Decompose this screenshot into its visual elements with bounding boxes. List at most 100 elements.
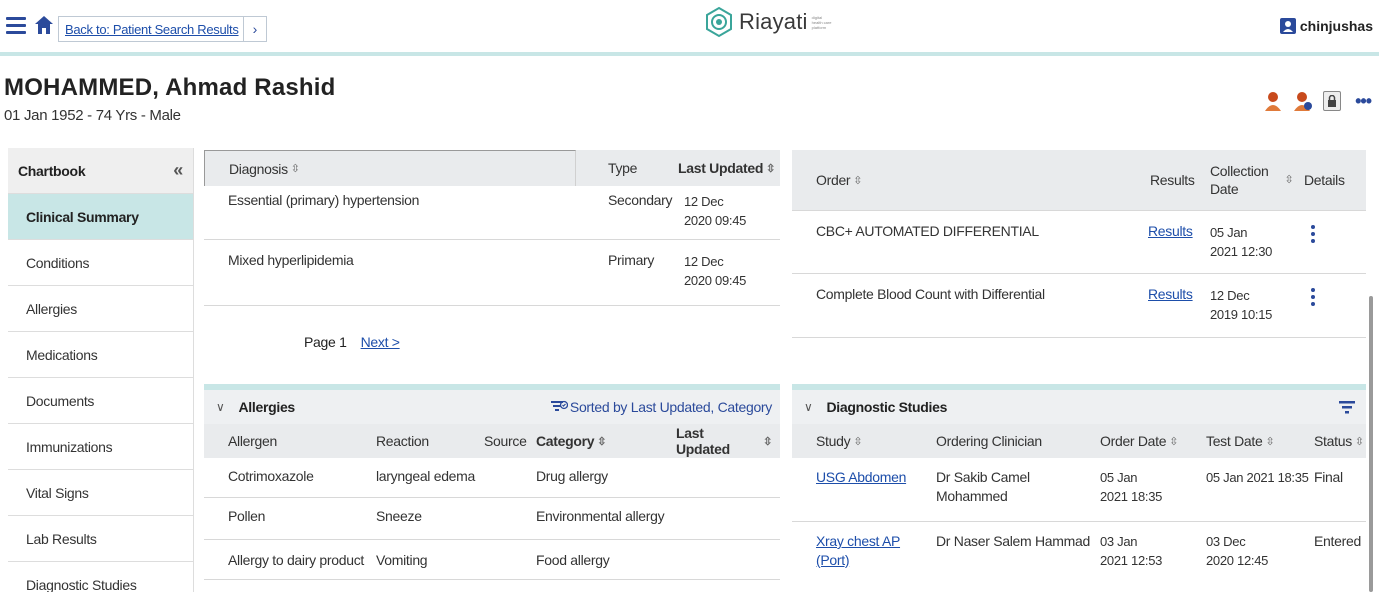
- order-date-column-header[interactable]: Order Date ⇳: [1100, 433, 1206, 449]
- collection-date-cell: 12 Dec 2019 10:15: [1210, 288, 1273, 322]
- clinician-column-header: Ordering Clinician: [936, 433, 1042, 449]
- allergies-section-header: ∨ Allergies Sorted by Last Updated, Cate…: [204, 384, 780, 424]
- sidebar-title: Chartbook: [18, 162, 86, 179]
- studies-header-row: Study ⇳ Ordering Clinician Order Date ⇳ Te…: [792, 424, 1366, 458]
- order-date-cell: 05 Jan 2021 18:35: [1100, 470, 1163, 504]
- sidebar-item-conditions[interactable]: Conditions: [8, 240, 193, 286]
- next-page-link[interactable]: Next >: [361, 334, 400, 350]
- results-column-header: Results: [1150, 172, 1195, 188]
- last-updated-column-header[interactable]: Last Updated ⇳: [646, 160, 780, 176]
- status-cell: Final: [1314, 469, 1343, 485]
- details-column-header: Details: [1304, 172, 1345, 188]
- category-column-header[interactable]: Category ⇳: [536, 433, 676, 449]
- riayati-logo-icon: [706, 6, 732, 38]
- brand: Riayati digital health care platform: [703, 4, 832, 40]
- sort-icon: ⇳: [290, 163, 300, 175]
- sidebar-item-documents[interactable]: Documents: [8, 378, 193, 424]
- sidebar-item-lab-results[interactable]: Lab Results: [8, 516, 193, 562]
- diagnosis-column-header[interactable]: Diagnosis ⇳: [204, 150, 576, 186]
- patient-search-icon[interactable]: [1293, 90, 1313, 112]
- source-cell: [484, 552, 536, 579]
- sort-icon: ⇳: [1354, 435, 1364, 448]
- chevron-right-icon[interactable]: ›: [243, 16, 267, 42]
- last-updated-column-header[interactable]: Last Updated ⇳: [676, 425, 780, 457]
- type-cell: Secondary: [608, 192, 673, 208]
- sidebar-item-diagnostic-studies[interactable]: Diagnostic Studies: [8, 562, 193, 592]
- username: chinjushas: [1299, 18, 1373, 34]
- diagnostic-studies-title: Diagnostic Studies: [826, 399, 948, 415]
- results-link[interactable]: Results: [1148, 223, 1210, 273]
- test-date-cell: 03 Dec 2020 12:45: [1206, 534, 1269, 568]
- sidebar-item-clinical-summary[interactable]: Clinical Summary: [8, 194, 193, 240]
- sort-icon: ⇳: [1265, 435, 1275, 448]
- table-row: Allergy to dairy product Vomiting Food a…: [204, 540, 780, 580]
- clinician-cell: Dr Sakib Camel Mohammed: [936, 469, 1030, 504]
- status-cell: Entered: [1314, 533, 1361, 549]
- study-cell: USG Abdomen: [792, 468, 936, 521]
- lock-icon[interactable]: [1323, 91, 1342, 111]
- collapse-caret-icon[interactable]: ∨: [804, 400, 813, 414]
- page-scrollbar[interactable]: [1369, 296, 1373, 592]
- sort-icon: ⇳: [597, 435, 607, 448]
- allergen-cell: Cotrimoxazole: [228, 468, 314, 484]
- table-row: Mixed hyperlipidemia Primary 12 Dec 2020…: [204, 240, 780, 306]
- user-menu[interactable]: chinjushas: [1279, 18, 1373, 34]
- allergen-column-header: Allergen: [228, 433, 277, 449]
- diagnostic-studies-section-header: ∨ Diagnostic Studies: [792, 384, 1366, 424]
- row-actions-icon[interactable]: [1310, 286, 1316, 337]
- type-cell: Primary: [608, 252, 655, 268]
- reaction-cell: Vomiting: [376, 552, 428, 568]
- reaction-column-header: Reaction: [376, 433, 429, 449]
- allergies-panel: ∨ Allergies Sorted by Last Updated, Cate…: [204, 384, 780, 592]
- page-indicator: Page 1: [304, 334, 347, 350]
- collapse-sidebar-icon[interactable]: «: [173, 160, 183, 181]
- more-options-icon[interactable]: •••: [1355, 91, 1372, 112]
- status-column-header[interactable]: Status ⇳: [1314, 433, 1366, 449]
- order-column-header[interactable]: Order ⇳: [792, 172, 1144, 188]
- sidebar-item-allergies[interactable]: Allergies: [8, 286, 193, 332]
- sidebar-item-medications[interactable]: Medications: [8, 332, 193, 378]
- lab-orders-header-row: Order ⇳ Results Collection Date ⇳ Details: [792, 150, 1366, 210]
- last-updated-cell: 12 Dec 2020 09:45: [684, 194, 747, 228]
- table-row: Xray chest AP (Port) Dr Naser Salem Hamm…: [792, 522, 1366, 586]
- clinician-cell: Dr Naser Salem Hammad: [936, 533, 1090, 549]
- pagination: Page 1 Next >: [304, 334, 400, 350]
- reaction-cell: laryngeal edema: [376, 468, 476, 484]
- table-row: CBC+ AUTOMATED DIFFERENTIAL Results 05 J…: [792, 210, 1366, 274]
- care-team-icon[interactable]: [1263, 90, 1283, 112]
- allergies-title: Allergies: [238, 399, 295, 415]
- sidebar-item-vital-signs[interactable]: Vital Signs: [8, 470, 193, 516]
- study-cell: Xray chest AP (Port): [792, 532, 936, 586]
- category-cell: Food allergy: [536, 552, 610, 568]
- sort-icon: ⇳: [763, 435, 772, 448]
- filter-icon[interactable]: [1338, 399, 1356, 415]
- study-link[interactable]: Xray chest AP (Port): [816, 532, 936, 570]
- order-cell: CBC+ AUTOMATED DIFFERENTIAL: [816, 223, 1039, 239]
- home-icon[interactable]: [34, 15, 54, 35]
- sort-filter-icon: [550, 400, 568, 411]
- collapse-caret-icon[interactable]: ∨: [216, 400, 225, 414]
- hamburger-icon[interactable]: [6, 17, 26, 35]
- top-bar: Back to: Patient Search Results › Riayat…: [0, 0, 1379, 56]
- study-column-header[interactable]: Study ⇳: [792, 433, 936, 449]
- test-date-cell: 05 Jan 2021 18:35: [1206, 470, 1309, 485]
- sort-status[interactable]: Sorted by Last Updated, Category: [550, 399, 772, 415]
- table-row: Cotrimoxazole laryngeal edema Drug aller…: [204, 458, 780, 498]
- row-actions-icon[interactable]: [1310, 223, 1316, 273]
- collection-date-column-header[interactable]: Collection Date ⇳: [1206, 162, 1298, 198]
- study-link[interactable]: USG Abdomen: [816, 469, 906, 485]
- conditions-panel: Diagnosis ⇳ Type Last Updated ⇳ Essential …: [204, 150, 780, 380]
- table-row: USG Abdomen Dr Sakib Camel Mohammed 05 J…: [792, 458, 1366, 522]
- patient-name: MOHAMMED, Ahmad Rashid: [4, 74, 336, 101]
- test-date-column-header[interactable]: Test Date ⇳: [1206, 433, 1314, 449]
- diagnostic-studies-panel: ∨ Diagnostic Studies Study ⇳ Ordering Cli…: [792, 384, 1366, 592]
- allergen-cell: Pollen: [228, 508, 266, 524]
- lab-orders-panel: Order ⇳ Results Collection Date ⇳ Details …: [792, 150, 1366, 380]
- allergen-cell: Allergy to dairy product: [228, 552, 364, 568]
- results-link[interactable]: Results: [1148, 286, 1210, 337]
- back-to-search-link[interactable]: Back to: Patient Search Results: [58, 16, 246, 42]
- brand-name: Riayati: [739, 9, 808, 34]
- diagnosis-cell: Mixed hyperlipidemia: [228, 252, 354, 268]
- sidebar-item-immunizations[interactable]: Immunizations: [8, 424, 193, 470]
- category-cell: Drug allergy: [536, 468, 608, 484]
